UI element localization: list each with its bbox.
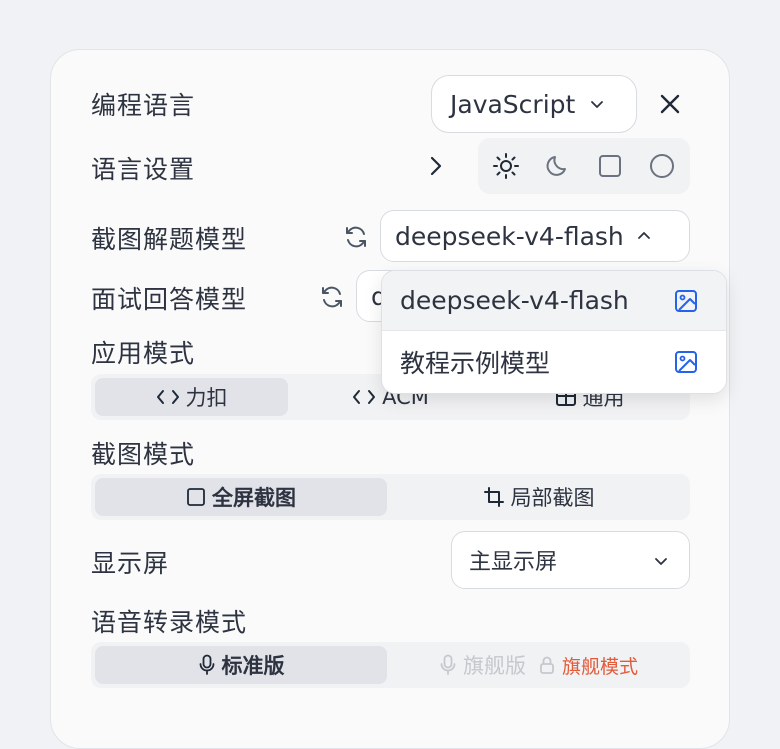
image-icon bbox=[674, 289, 698, 313]
capture-mode-region[interactable]: 局部截图 bbox=[391, 478, 686, 516]
display-select[interactable]: 主显示屏 bbox=[451, 531, 690, 589]
app-mode-label: 应用模式 bbox=[91, 339, 196, 368]
model-dropdown: deepseek-v4-flash 教程示例模型 bbox=[381, 270, 727, 394]
theme-switcher bbox=[478, 138, 690, 194]
display-label: 显示屏 bbox=[91, 549, 170, 578]
interview-model-label: 面试回答模型 bbox=[91, 285, 248, 314]
language-value: JavaScript bbox=[450, 89, 576, 119]
chevron-up-icon bbox=[636, 228, 652, 244]
capture-mode-fullscreen-label: 全屏截图 bbox=[212, 486, 296, 510]
screenshot-model-value: deepseek-v4-flash bbox=[395, 221, 624, 251]
chevron-down-icon bbox=[653, 553, 669, 569]
app-mode-leetcode-label: 力扣 bbox=[185, 386, 228, 410]
square-icon[interactable] bbox=[596, 152, 624, 180]
transcribe-flagship[interactable]: 旗舰版 旗舰模式 bbox=[391, 646, 686, 684]
chevron-down-icon bbox=[589, 96, 605, 112]
sun-icon[interactable] bbox=[492, 152, 520, 180]
lock-icon bbox=[538, 655, 556, 675]
refresh-icon[interactable] bbox=[343, 224, 369, 250]
capture-mode-region-label: 局部截图 bbox=[510, 486, 595, 510]
transcribe-standard[interactable]: 标准版 bbox=[95, 646, 387, 684]
code-icon bbox=[352, 388, 376, 406]
transcribe-label: 语音转录模式 bbox=[91, 608, 248, 637]
dropdown-option-label: 教程示例模型 bbox=[400, 349, 551, 378]
image-icon bbox=[674, 350, 698, 374]
dropdown-option[interactable]: deepseek-v4-flash bbox=[382, 271, 726, 331]
language-select[interactable]: JavaScript bbox=[431, 75, 637, 133]
microphone-icon bbox=[439, 654, 457, 676]
square-icon bbox=[186, 487, 206, 507]
dropdown-option-label: deepseek-v4-flash bbox=[400, 286, 629, 315]
capture-mode-segmented: 全屏截图 局部截图 bbox=[91, 474, 690, 520]
refresh-icon[interactable] bbox=[319, 284, 345, 310]
dropdown-option[interactable]: 教程示例模型 bbox=[382, 332, 726, 392]
capture-mode-fullscreen[interactable]: 全屏截图 bbox=[95, 478, 387, 516]
transcribe-segmented: 标准版 旗舰版 旗舰模式 bbox=[91, 642, 690, 688]
close-icon[interactable] bbox=[657, 91, 683, 117]
chevron-right-icon[interactable] bbox=[426, 154, 446, 178]
crop-icon bbox=[483, 486, 505, 508]
screenshot-model-select[interactable]: deepseek-v4-flash bbox=[380, 210, 690, 262]
display-value: 主显示屏 bbox=[469, 550, 558, 575]
moon-icon[interactable] bbox=[544, 152, 572, 180]
circle-icon[interactable] bbox=[648, 152, 676, 180]
capture-mode-label: 截图模式 bbox=[91, 440, 196, 469]
microphone-icon bbox=[198, 654, 216, 676]
code-icon bbox=[156, 388, 180, 406]
language-settings-label: 语言设置 bbox=[91, 155, 196, 184]
app-mode-leetcode[interactable]: 力扣 bbox=[95, 378, 288, 416]
language-label: 编程语言 bbox=[91, 91, 196, 120]
flagship-badge: 旗舰模式 bbox=[561, 655, 638, 678]
screenshot-model-label: 截图解题模型 bbox=[91, 225, 248, 254]
